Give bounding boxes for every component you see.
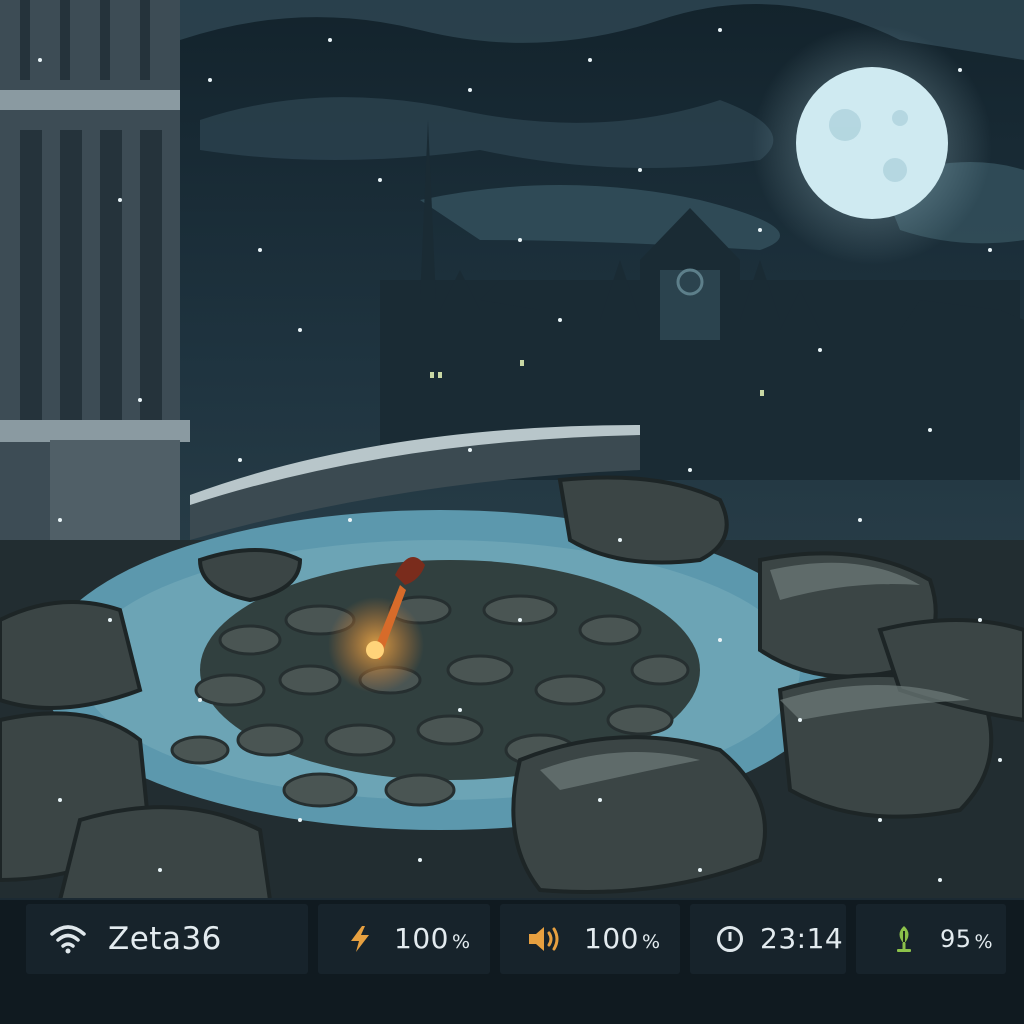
thermal-value: 95: [940, 925, 972, 953]
thermal-unit: %: [974, 930, 993, 953]
thermal-status[interactable]: 95 %: [856, 904, 1006, 974]
battery-status[interactable]: 100 %: [318, 904, 490, 974]
cathedral-detail: [660, 268, 720, 340]
left-tower: [0, 0, 190, 620]
battery-unit: %: [451, 930, 471, 953]
volume-unit: %: [641, 930, 661, 953]
clock-status[interactable]: 23:14: [690, 904, 846, 974]
wifi-icon: [48, 919, 88, 959]
clock-icon: [710, 919, 750, 959]
game-scene: [0, 0, 1024, 902]
moon: [796, 67, 948, 219]
clock-time: 23:14: [760, 922, 844, 955]
volume-status[interactable]: 100 %: [500, 904, 680, 974]
speaker-icon: [524, 919, 564, 959]
game-screen: Zeta36 100 % 100 % 23:14 95 %: [0, 0, 1024, 1024]
lightning-bolt-icon: [340, 919, 380, 959]
bonfire-flame: [366, 641, 384, 659]
battery-value: 100: [394, 922, 449, 955]
volume-value: 100: [584, 922, 639, 955]
network-status[interactable]: Zeta36: [26, 904, 308, 974]
network-name: Zeta36: [108, 920, 222, 957]
leaf-thermometer-icon: [884, 919, 924, 959]
